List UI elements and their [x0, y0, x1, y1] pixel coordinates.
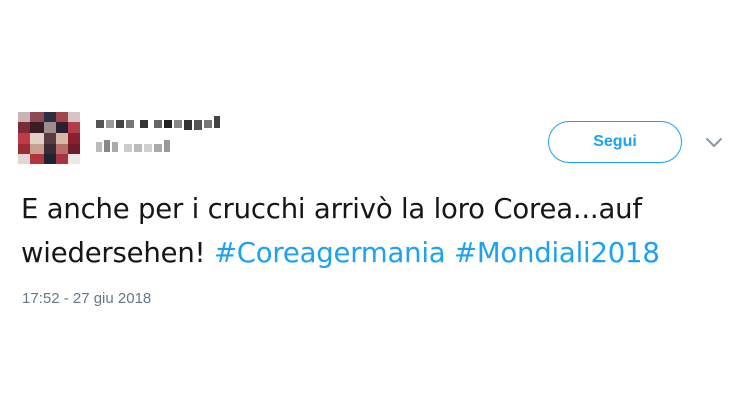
avatar[interactable] — [18, 112, 80, 164]
hashtag-link[interactable]: #Mondiali2018 — [454, 237, 660, 269]
display-name-redacted[interactable] — [96, 116, 222, 130]
chevron-down-icon[interactable] — [704, 135, 724, 151]
hashtag-link[interactable]: #Coreagermania — [214, 237, 446, 269]
username-handle-redacted[interactable] — [96, 140, 176, 154]
tweet-text: E anche per i crucchi arrivò la loro Cor… — [21, 187, 726, 275]
follow-button[interactable]: Segui — [548, 121, 682, 163]
tweet-card: Segui E anche per i crucchi arrivò la lo… — [0, 0, 736, 409]
timestamp[interactable]: 17:52 - 27 giu 2018 — [22, 290, 151, 307]
